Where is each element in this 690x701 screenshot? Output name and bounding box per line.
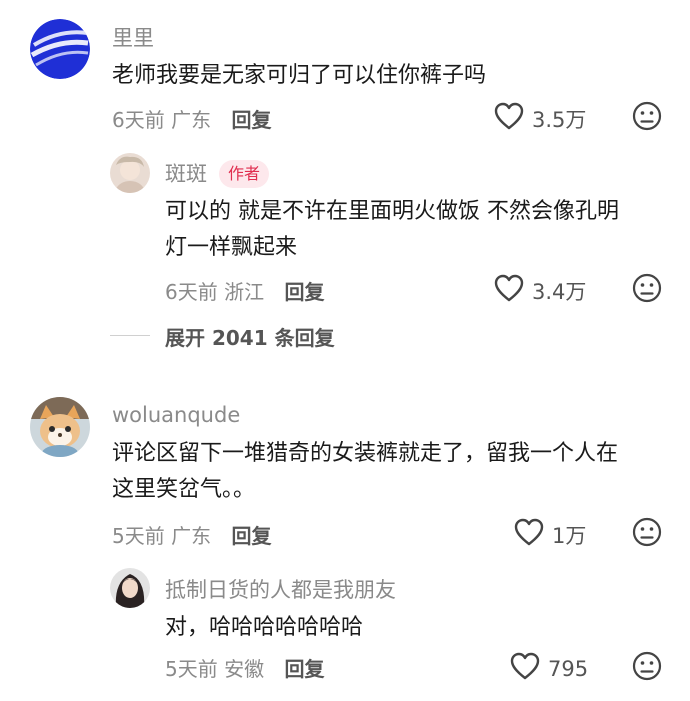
reply-text-line: 可以的 就是不许在里面明火做饭 不然会像孔明 bbox=[165, 199, 619, 224]
frown-face-icon bbox=[632, 273, 662, 307]
comment-location: 广东 bbox=[171, 108, 212, 132]
reply-button[interactable]: 回复 bbox=[284, 280, 324, 304]
reply-location: 浙江 bbox=[224, 280, 265, 304]
reply-button[interactable]: 回复 bbox=[231, 108, 271, 132]
comment-text: 老师我要是无家可归了可以住你裤子吗 bbox=[112, 63, 487, 88]
like-button[interactable]: 1万 bbox=[514, 518, 586, 551]
reply-meta: 6天前 浙江 回复 bbox=[165, 276, 324, 305]
avatar[interactable] bbox=[30, 19, 90, 79]
comment-location: 广东 bbox=[171, 524, 212, 548]
reply-time: 5天前 bbox=[165, 657, 218, 681]
reply-text: 可以的 就是不许在里面明火做饭 不然会像孔明 灯一样飘起来 bbox=[165, 194, 619, 266]
author-badge: 作者 bbox=[219, 160, 270, 188]
username[interactable]: 抵制日货的人都是我朋友 bbox=[165, 574, 396, 604]
frown-face-icon bbox=[632, 651, 662, 685]
reply-text-line: 灯一样飘起来 bbox=[165, 235, 298, 260]
reply-meta: 5天前 安徽 回复 bbox=[165, 653, 324, 682]
frown-face-icon bbox=[632, 101, 662, 135]
like-button[interactable]: 795 bbox=[510, 652, 588, 685]
frown-face-icon bbox=[632, 517, 662, 551]
reply-username: 斑斑 作者 bbox=[165, 158, 270, 188]
username[interactable]: 里里 bbox=[112, 22, 154, 52]
reply-button[interactable]: 回复 bbox=[231, 524, 271, 548]
comment-time: 5天前 bbox=[112, 524, 165, 548]
dislike-button[interactable] bbox=[632, 651, 662, 685]
heart-outline-icon bbox=[494, 274, 532, 307]
dislike-button[interactable] bbox=[632, 517, 662, 551]
heart-outline-icon bbox=[510, 652, 548, 685]
comment-text: 评论区留下一堆猎奇的女装裤就走了，留我一个人在 这里笑岔气。。 bbox=[112, 436, 618, 508]
expand-replies-button[interactable]: 展开 2041 条回复 bbox=[110, 322, 335, 351]
reply-time: 6天前 bbox=[165, 280, 218, 304]
heart-outline-icon bbox=[514, 518, 552, 551]
dislike-button[interactable] bbox=[632, 101, 662, 135]
avatar[interactable] bbox=[110, 153, 150, 193]
like-count: 1万 bbox=[552, 523, 587, 548]
heart-outline-icon bbox=[494, 102, 532, 135]
like-button[interactable]: 3.4万 bbox=[494, 274, 586, 307]
like-count: 3.4万 bbox=[532, 279, 587, 304]
avatar[interactable] bbox=[30, 397, 90, 457]
comment-meta: 6天前 广东 回复 bbox=[112, 104, 271, 133]
username[interactable]: woluanqude bbox=[112, 403, 240, 427]
comment-meta: 5天前 广东 回复 bbox=[112, 520, 271, 549]
comment-text-line: 这里笑岔气。。 bbox=[112, 477, 256, 502]
avatar[interactable] bbox=[110, 568, 150, 608]
reply-text: 对，哈哈哈哈哈哈哈 bbox=[165, 615, 364, 640]
username[interactable]: 斑斑 bbox=[165, 162, 207, 186]
like-button[interactable]: 3.5万 bbox=[494, 102, 586, 135]
comment-time: 6天前 bbox=[112, 108, 165, 132]
like-count: 795 bbox=[548, 656, 589, 681]
like-count: 3.5万 bbox=[532, 107, 587, 132]
reply-button[interactable]: 回复 bbox=[284, 657, 324, 681]
dislike-button[interactable] bbox=[632, 273, 662, 307]
reply-location: 安徽 bbox=[224, 657, 265, 681]
comment-text-line: 评论区留下一堆猎奇的女装裤就走了，留我一个人在 bbox=[112, 441, 619, 466]
